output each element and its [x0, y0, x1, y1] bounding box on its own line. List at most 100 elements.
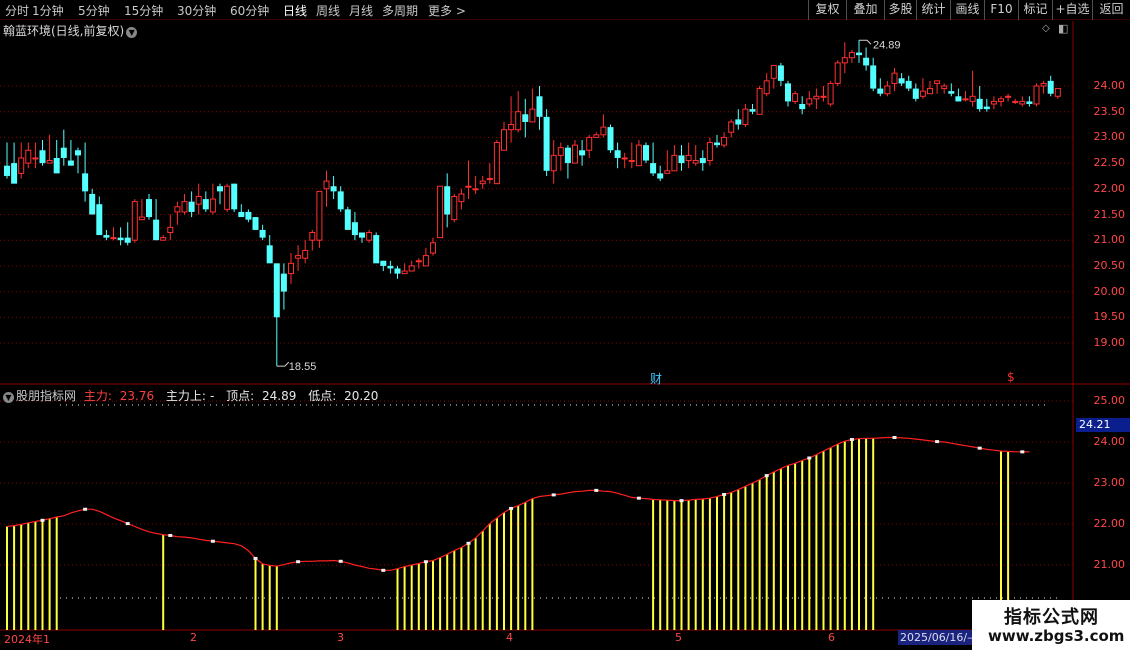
candle-body [224, 185, 231, 210]
chevron-down-icon[interactable]: ▼ [3, 392, 14, 403]
indicator-axis-tick: 21.00 [1093, 558, 1126, 571]
candle-body [394, 268, 401, 274]
watermark-logo: 指标公式网 www.zbgs3.com [972, 600, 1130, 650]
main-force-up-label: 主力上: - [166, 389, 218, 403]
candle-body [948, 91, 955, 94]
high-pointer [859, 39, 872, 45]
candle-body [181, 201, 188, 213]
candle-body [799, 103, 806, 110]
low-point-value: 20.20 [344, 389, 379, 403]
candle-body [337, 191, 344, 210]
main-force-key: 主力: [83, 389, 112, 403]
candle-body [536, 96, 543, 117]
main-axis-tick: 21.00 [1093, 233, 1126, 247]
candle-body [884, 85, 891, 95]
indicator-title-bar: ▼ 股朋指标网 主力: 23.76 主力上: - 顶点: 24.89 低点: 20.… [3, 387, 386, 404]
main-force-marker [594, 488, 599, 492]
candle-body [941, 85, 948, 90]
candle-body [1040, 82, 1047, 87]
finance-marker[interactable]: 财 [650, 370, 662, 387]
candle-body [359, 232, 365, 238]
candle-body [934, 80, 941, 84]
candle-body [557, 147, 564, 156]
candle-body [827, 82, 834, 105]
candle-body [146, 199, 152, 218]
candle-body [103, 235, 110, 238]
candle-body [998, 98, 1004, 102]
candle-body [366, 231, 373, 241]
candle-body [493, 142, 500, 185]
candle-body [763, 80, 770, 95]
candle-body [408, 265, 415, 272]
candle-body [131, 201, 138, 241]
candle-body [465, 185, 472, 188]
candle-body [841, 57, 848, 64]
candle-body [323, 180, 330, 190]
candle-body [252, 217, 259, 230]
candle-body [728, 121, 735, 133]
candle-body [600, 126, 607, 136]
candle-body [373, 235, 380, 264]
candle-body [714, 142, 720, 146]
candle-body [614, 150, 621, 158]
candle-body [770, 64, 777, 79]
candle-body [458, 193, 465, 203]
indicator-axis-tick: 25.00 [1093, 394, 1126, 407]
candle-body [60, 147, 67, 158]
candle-body [692, 160, 699, 164]
candle-body [607, 127, 614, 151]
candle-body [380, 260, 387, 266]
candle-body [919, 90, 926, 97]
candlestick-chart[interactable]: 24.89 18.55 [0, 0, 1130, 650]
candle-body [82, 173, 89, 192]
candle-body [1019, 100, 1026, 105]
candle-body [515, 111, 522, 131]
dividend-marker[interactable]: $ [1007, 370, 1015, 384]
candle-body [437, 185, 444, 239]
main-force-marker [253, 556, 258, 560]
low-price-label: 18.55 [289, 361, 317, 373]
candle-body [174, 206, 181, 213]
candle-body [756, 88, 763, 115]
candle-body [288, 262, 294, 275]
candle-body [89, 193, 96, 215]
main-force-marker [551, 493, 556, 497]
top-point-label: 顶点: 24.89 [226, 389, 300, 403]
main-axis-tick: 23.50 [1093, 104, 1126, 118]
indicator-axis-tick: 24.00 [1093, 435, 1126, 448]
candle-body [678, 155, 685, 164]
candle-body [777, 65, 784, 81]
main-force-marker [1020, 450, 1025, 454]
candle-body [650, 163, 657, 174]
main-axis-tick: 21.50 [1093, 207, 1126, 221]
candle-body [905, 80, 912, 89]
candle-body [664, 170, 671, 174]
candle-body [806, 98, 813, 105]
main-force-value: 23.76 [119, 389, 155, 403]
main-force-marker [849, 438, 854, 442]
candle-body [316, 190, 323, 241]
main-force-marker [40, 518, 45, 522]
candle-body [1005, 95, 1012, 98]
stock-chart-app: 分时 1分钟 5分钟 15分钟 30分钟 60分钟 日线 周线 月线 多周期 更… [0, 0, 1130, 650]
date-label-may: 5 [675, 631, 682, 644]
candle-body [785, 83, 791, 102]
candle-body [721, 136, 728, 146]
date-label-feb: 2 [190, 631, 197, 644]
candle-body [167, 226, 174, 233]
candle-body [295, 255, 302, 259]
candle-body [46, 160, 53, 164]
candle-body [856, 52, 862, 56]
main-force-marker [338, 559, 343, 563]
candle-body [486, 178, 493, 181]
main-force-marker [509, 506, 514, 510]
date-label-mar: 3 [337, 631, 344, 644]
candle-body [990, 100, 997, 105]
candle-body [124, 237, 131, 243]
candle-body [877, 88, 884, 94]
main-force-marker [210, 539, 215, 543]
candle-body [742, 108, 749, 126]
main-axis-tick: 19.50 [1093, 310, 1126, 324]
candle-body [863, 57, 870, 66]
candle-body [501, 129, 507, 151]
